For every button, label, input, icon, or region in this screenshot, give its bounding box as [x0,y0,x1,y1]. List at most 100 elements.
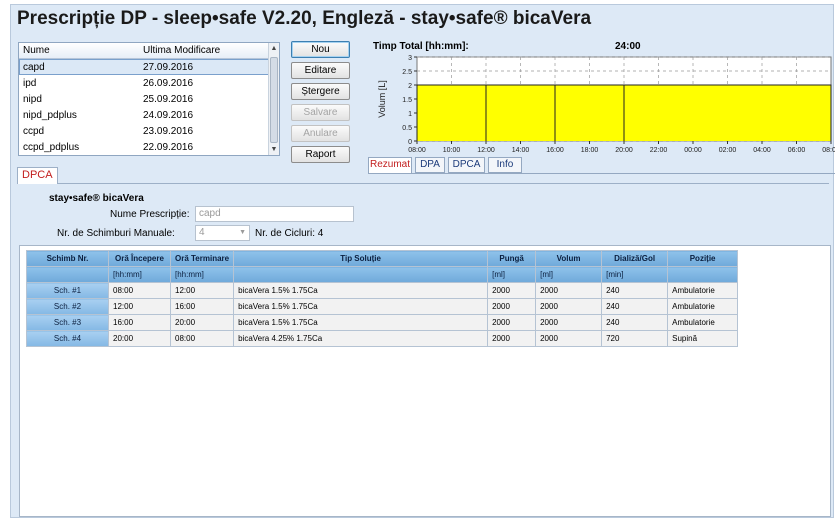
tab-summary[interactable]: Rezumat [368,157,412,174]
tab-info[interactable]: Info [488,157,522,173]
table-cell[interactable]: 2000 [487,282,537,299]
col-name-header[interactable]: Nume [19,43,139,58]
table-cell[interactable]: 16:00 [108,314,171,331]
x-tick-label: 10:00 [443,147,461,154]
table-cell[interactable]: Ambulatorie [667,314,739,331]
edit-button[interactable]: Editare [291,62,350,79]
cycles-label: Nr. de Cicluri: 4 [255,228,324,239]
table-row[interactable]: Sch. #2 12:00 16:00 bicaVera 1.5% 1.75Ca… [26,298,739,315]
table-cell[interactable]: 20:00 [169,314,235,331]
list-item[interactable]: ipd 26.09.2016 [19,75,279,91]
exchange-number[interactable]: Sch. #3 [26,314,109,331]
report-button[interactable]: Raport [291,146,350,163]
table-cell[interactable]: 2000 [535,298,603,315]
y-axis-label: Volum [L] [377,80,387,118]
table-cell[interactable]: 12:00 [108,298,171,315]
col-end-header[interactable]: Oră Terminare [169,250,235,267]
list-item[interactable]: capd 27.09.2016 [19,59,279,75]
col-exchange-header[interactable]: Schimb Nr. [26,250,109,267]
scroll-thumb[interactable] [270,57,278,143]
list-item[interactable]: ccpd 23.09.2016 [19,123,279,139]
list-item[interactable]: ccpd_pdplus 22.09.2016 [19,139,279,155]
table-row[interactable]: Sch. #4 20:00 08:00 bicaVera 4.25% 1.75C… [26,330,739,347]
tab-dpa[interactable]: DPA [415,157,445,173]
y-tick-label: 1.5 [402,97,412,104]
table-cell[interactable]: 2000 [535,282,603,299]
col-solution-header[interactable]: Tip Soluție [233,250,489,267]
col-start-header[interactable]: Oră Începere [108,250,171,267]
exchange-number[interactable]: Sch. #4 [26,330,109,347]
total-time-value: 24:00 [615,41,641,52]
table-cell[interactable]: 2000 [487,314,537,331]
table-cell[interactable]: bicaVera 1.5% 1.75Ca [233,282,489,299]
table-cell[interactable]: 2000 [487,330,537,347]
new-button[interactable]: Nou [291,41,350,58]
chevron-down-icon[interactable]: ▼ [239,229,246,236]
list-item-name: ccpd_pdplus [23,141,80,153]
table-cell[interactable]: 2000 [535,330,603,347]
x-tick-label: 08:00 [408,147,426,154]
col-modified-header[interactable]: Ultima Modificare [139,43,264,58]
table-cell[interactable]: 12:00 [169,282,235,299]
table-cell[interactable]: 2000 [535,314,603,331]
tab-dpca[interactable]: DPCA [448,157,485,173]
volume-area [555,85,624,141]
scroll-up-icon[interactable]: ▲ [269,43,279,54]
list-item-date: 26.09.2016 [143,77,194,89]
unit-cell [26,266,109,283]
table-cell[interactable]: bicaVera 1.5% 1.75Ca [233,298,489,315]
total-time-label: Timp Total [hh:mm]: [373,41,469,52]
y-tick-label: 0 [408,139,412,146]
x-tick-label: 16:00 [546,147,564,154]
exchange-number[interactable]: Sch. #1 [26,282,109,299]
volume-area [486,85,555,141]
table-cell[interactable]: 20:00 [108,330,171,347]
list-item[interactable]: nipd 25.09.2016 [19,91,279,107]
save-button[interactable]: Salvare [291,104,350,121]
unit-cell: [hh:mm] [108,266,171,283]
table-cell[interactable]: 240 [601,314,669,331]
volume-area [624,85,831,141]
y-tick-label: 3 [408,55,412,62]
prescription-name-field[interactable]: capd [195,206,354,222]
table-cell[interactable]: Ambulatorie [667,298,739,315]
prescription-list[interactable]: Nume Ultima Modificare capd 27.09.2016 i… [18,42,280,156]
x-tick-label: 00:00 [684,147,702,154]
tab-underline [368,173,835,174]
manual-exchanges-label: Nr. de Schimburi Manuale: [57,228,175,239]
col-volume-header[interactable]: Volum [535,250,603,267]
table-cell[interactable]: 16:00 [169,298,235,315]
list-item[interactable]: nipd_pdplus 24.09.2016 [19,107,279,123]
tab-mode-dpca[interactable]: DPCA [17,167,58,184]
scroll-down-icon[interactable]: ▼ [269,144,279,155]
table-cell[interactable]: 240 [601,282,669,299]
cancel-button[interactable]: Anulare [291,125,350,142]
col-position-header[interactable]: Poziție [667,250,739,267]
x-tick-label: 02:00 [719,147,737,154]
table-cell[interactable]: 240 [601,298,669,315]
table-cell[interactable]: bicaVera 1.5% 1.75Ca [233,314,489,331]
list-item-name: capd [23,61,45,73]
list-item-date: 23.09.2016 [143,125,194,137]
manual-exchanges-select[interactable]: 4 ▼ [195,225,250,241]
table-cell[interactable]: 08:00 [169,330,235,347]
table-row[interactable]: Sch. #1 08:00 12:00 bicaVera 1.5% 1.75Ca… [26,282,739,299]
delete-button[interactable]: Ștergere [291,83,350,100]
exchange-number[interactable]: Sch. #2 [26,298,109,315]
table-cell[interactable]: 720 [601,330,669,347]
table-cell[interactable]: 08:00 [108,282,171,299]
table-cell[interactable]: bicaVera 4.25% 1.75Ca [233,330,489,347]
list-scrollbar[interactable]: ▲ ▼ [268,43,279,155]
unit-cell [233,266,489,283]
table-row[interactable]: Sch. #3 16:00 20:00 bicaVera 1.5% 1.75Ca… [26,314,739,331]
table-cell[interactable]: Ambulatorie [667,282,739,299]
table-units-row: [hh:mm] [hh:mm] [ml] [ml] [min] [26,266,739,283]
table-cell[interactable]: Supină [667,330,739,347]
list-item-name: ccpd [23,125,45,137]
y-tick-label: 2.5 [402,69,412,76]
x-tick-label: 08:00 [822,147,835,154]
unit-cell: [ml] [487,266,537,283]
col-bag-header[interactable]: Pungă [487,250,537,267]
col-dwell-header[interactable]: Dializă/Gol [601,250,669,267]
table-cell[interactable]: 2000 [487,298,537,315]
